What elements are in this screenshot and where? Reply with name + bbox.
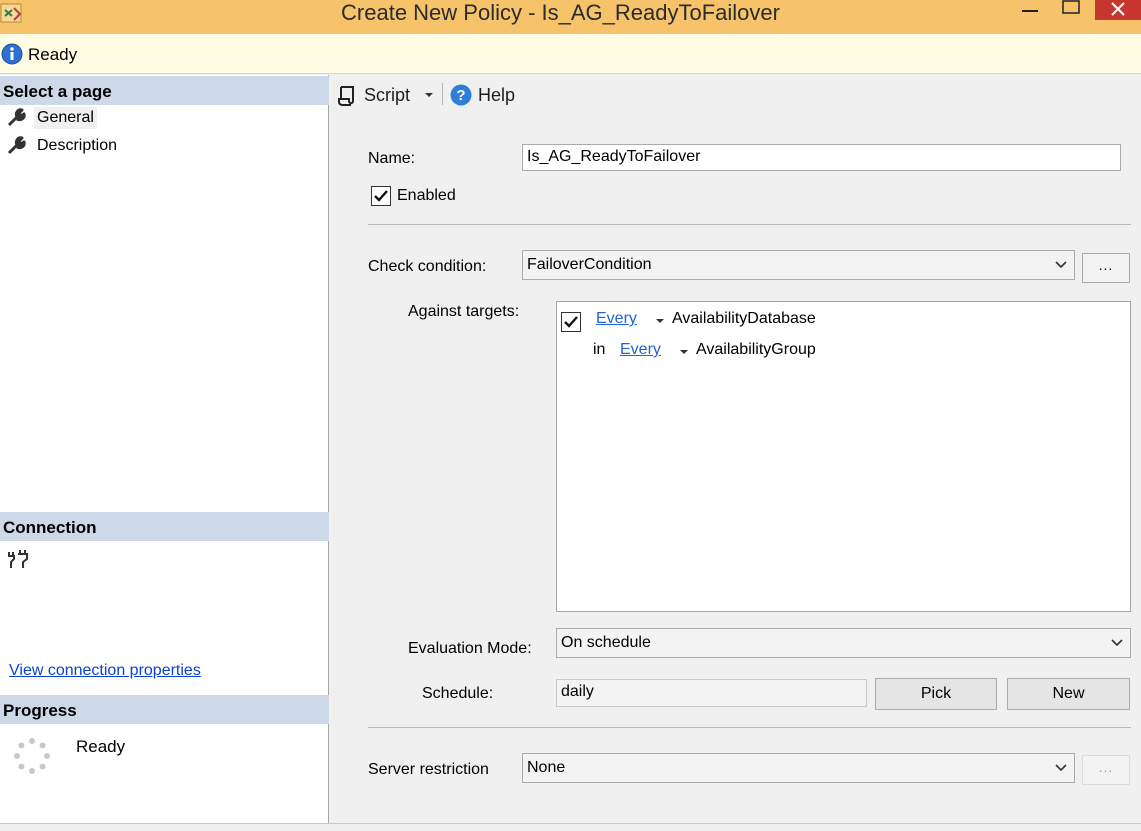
script-label: Script	[364, 84, 411, 105]
chevron-down-icon	[1055, 764, 1067, 772]
info-icon	[1, 43, 23, 65]
schedule-input[interactable]: daily	[556, 679, 867, 707]
progress-header: Progress	[0, 695, 329, 724]
check-condition-value: FailoverCondition	[527, 256, 652, 273]
target-in-text: in	[593, 341, 606, 358]
right-panel: Script ? Help Name: Is_AG_ReadyToFailove…	[330, 75, 1141, 823]
window-title: Create New Policy - Is_AG_ReadyToFailove…	[341, 0, 780, 25]
bottom-border	[0, 823, 1141, 831]
left-panel: Select a page General Description Connec…	[0, 75, 329, 823]
pick-schedule-button[interactable]: Pick	[875, 678, 997, 710]
close-icon[interactable]	[1095, 0, 1141, 20]
svg-text:?: ?	[456, 87, 465, 104]
schedule-label: Schedule:	[422, 685, 494, 702]
check-condition-browse-button[interactable]: ...	[1082, 253, 1130, 283]
status-bar: Ready	[0, 34, 1141, 74]
separator	[368, 224, 1131, 225]
page-item-label: General	[34, 107, 97, 129]
check-condition-dropdown[interactable]: FailoverCondition	[522, 250, 1075, 280]
against-targets-label: Against targets:	[408, 303, 520, 320]
toolbar-separator	[442, 83, 443, 105]
checkmark-icon	[374, 190, 388, 202]
targets-list: Every AvailabilityDatabase in Every Avai…	[556, 301, 1131, 612]
title-bar: Create New Policy - Is_AG_ReadyToFailove…	[0, 0, 1141, 34]
connection-header: Connection	[0, 512, 329, 541]
help-label: Help	[478, 84, 516, 105]
name-label: Name:	[368, 150, 416, 167]
spinner-icon	[14, 738, 50, 774]
dropdown-arrow-icon[interactable]	[655, 317, 665, 325]
enabled-label: Enabled	[397, 187, 456, 204]
page-item-description[interactable]: Description	[6, 134, 120, 158]
chevron-down-icon	[1055, 261, 1067, 269]
view-connection-properties-link[interactable]: View connection properties	[9, 662, 201, 680]
status-text: Ready	[28, 45, 78, 64]
name-input[interactable]: Is_AG_ReadyToFailover	[522, 144, 1121, 171]
evaluation-mode-dropdown[interactable]: On schedule	[556, 628, 1131, 658]
chevron-down-icon	[1111, 639, 1123, 647]
minimize-icon[interactable]	[1012, 0, 1048, 22]
target-object-text: AvailabilityDatabase	[672, 310, 816, 327]
target-quantifier-link[interactable]: Every	[620, 341, 661, 359]
script-button[interactable]: Script	[336, 82, 436, 108]
help-icon: ?	[450, 84, 472, 106]
server-restriction-browse-button[interactable]: ...	[1082, 755, 1130, 785]
maximize-icon[interactable]	[1052, 0, 1088, 22]
dropdown-arrow-icon[interactable]	[422, 90, 436, 100]
check-condition-label: Check condition:	[368, 258, 487, 275]
server-restriction-value: None	[527, 759, 566, 776]
enabled-checkbox[interactable]	[371, 186, 391, 206]
checkmark-icon	[564, 316, 578, 328]
wrench-icon	[7, 136, 26, 155]
target-checkbox[interactable]	[561, 312, 581, 332]
evaluation-mode-label: Evaluation Mode:	[408, 640, 532, 657]
target-quantifier-link[interactable]: Every	[596, 310, 637, 328]
target-object-text: AvailabilityGroup	[696, 341, 816, 358]
new-schedule-button[interactable]: New	[1007, 678, 1130, 710]
wrench-icon	[7, 108, 26, 127]
progress-status-text: Ready	[76, 737, 126, 756]
separator	[368, 727, 1131, 728]
script-icon	[338, 86, 354, 106]
plug-icon	[8, 550, 28, 568]
help-button[interactable]: ? Help	[450, 82, 515, 108]
page-item-label: Description	[37, 137, 118, 154]
evaluation-mode-value: On schedule	[561, 634, 651, 651]
server-restriction-dropdown[interactable]: None	[522, 753, 1075, 783]
dropdown-arrow-icon[interactable]	[679, 348, 689, 356]
page-item-general[interactable]: General	[6, 106, 97, 130]
select-page-header: Select a page	[0, 76, 329, 105]
server-restriction-label: Server restriction	[368, 761, 489, 778]
